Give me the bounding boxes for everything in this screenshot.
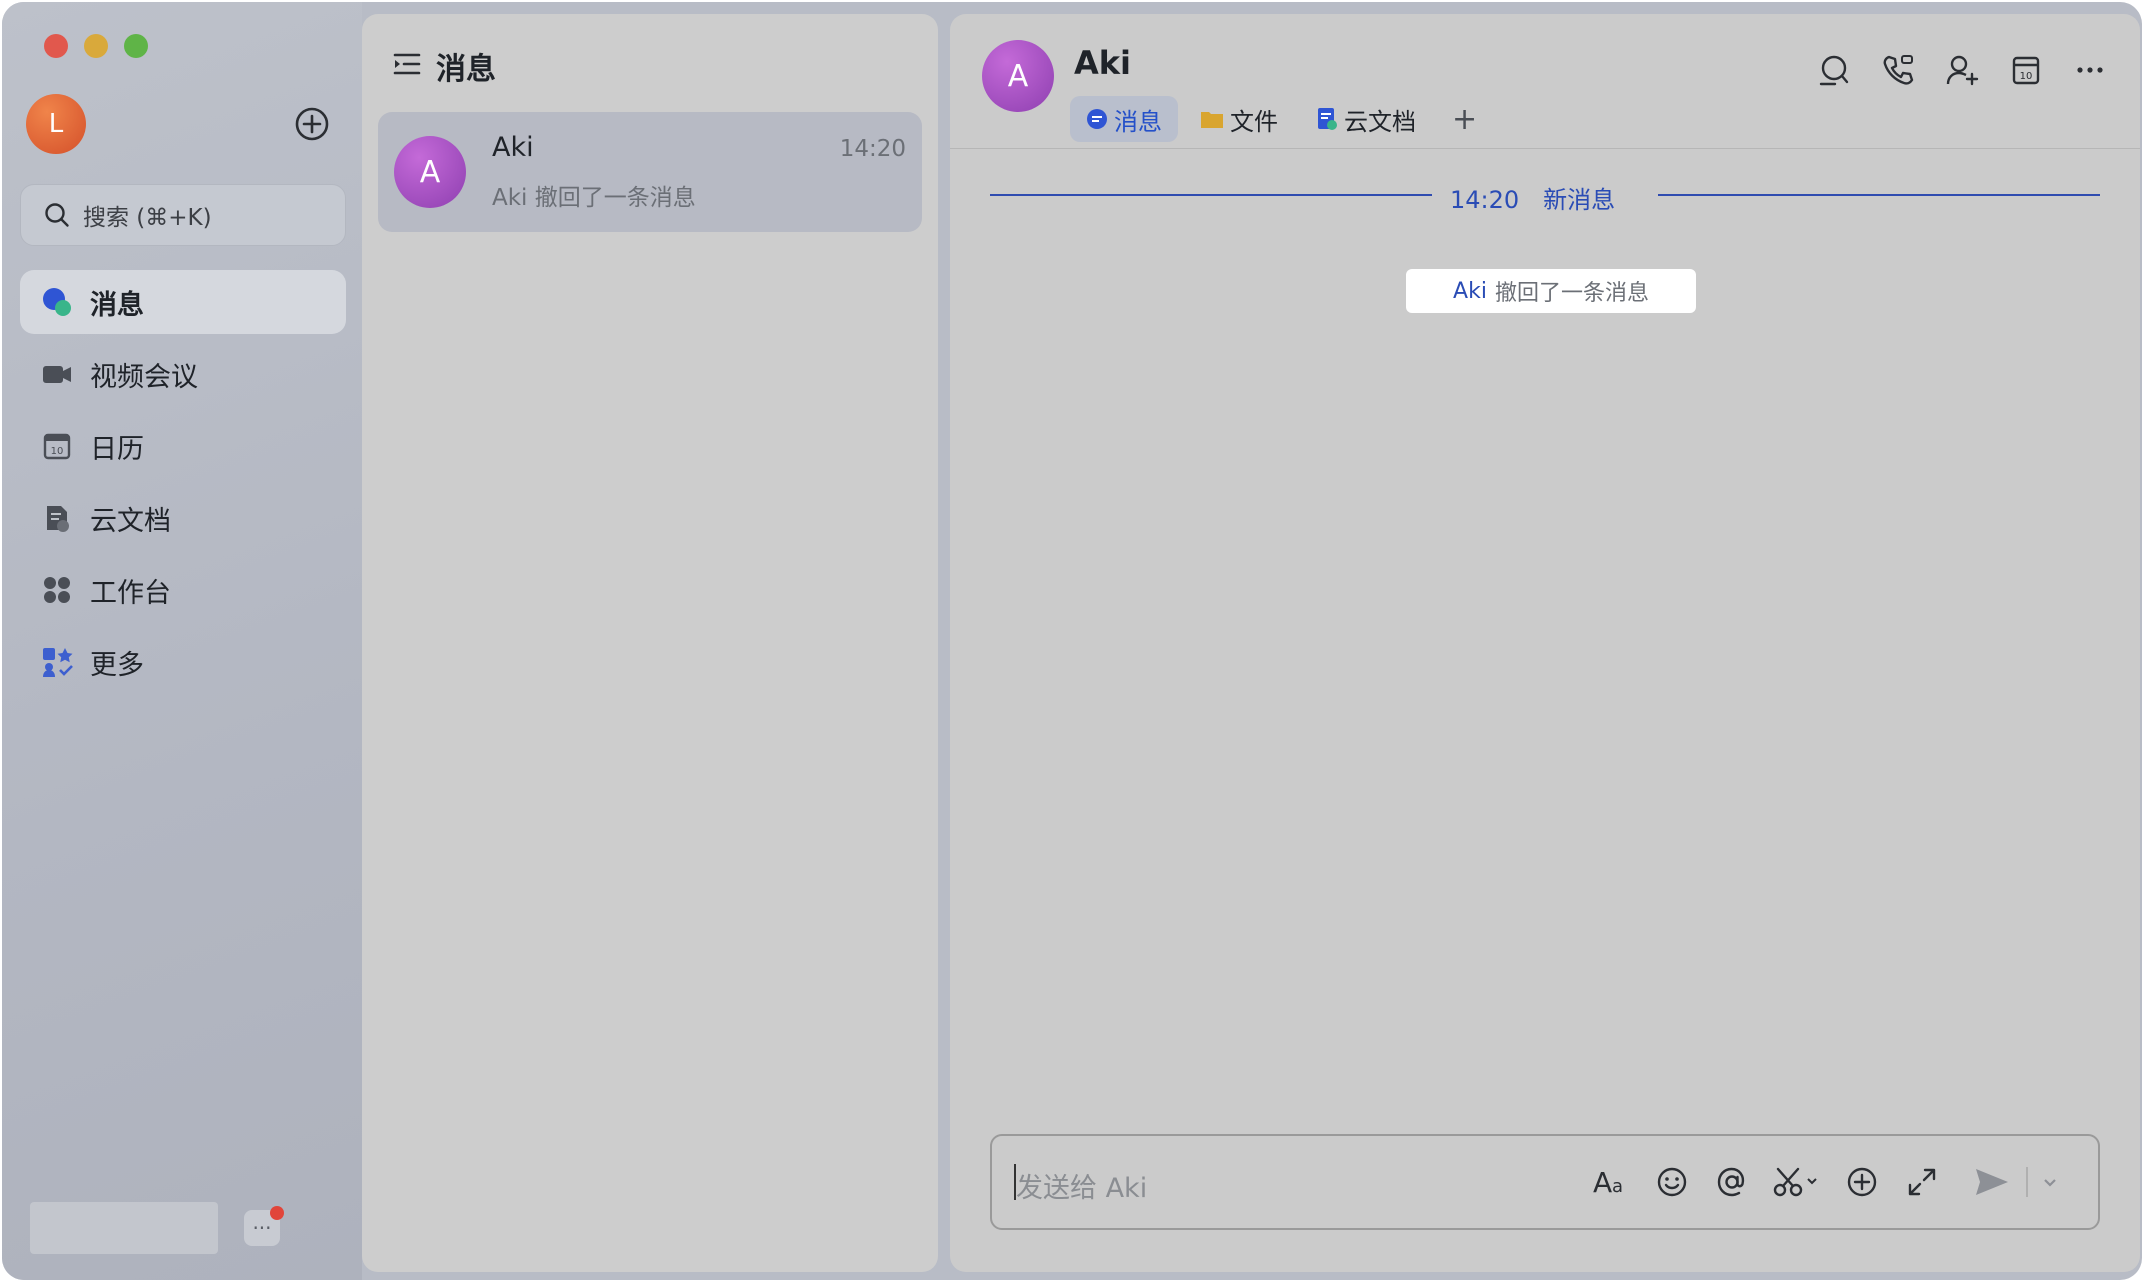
video-camera-icon [40, 357, 74, 391]
sidebar-item-cloud-docs[interactable]: 云文档 [20, 486, 346, 550]
chevron-down-icon[interactable] [2038, 1160, 2062, 1204]
divider-time: 14:20 [1450, 186, 1520, 214]
recall-text: 撤回了一条消息 [1494, 281, 1649, 306]
svg-text:10: 10 [51, 446, 64, 457]
add-attachment-icon[interactable] [1840, 1160, 1884, 1204]
message-input[interactable]: 发送给 Aki Aa [990, 1134, 2100, 1230]
search-icon [45, 203, 69, 227]
composer-toolbar: Aa [1574, 1160, 2062, 1204]
chat-pane: A Aki 消息 文件 云文档 + 10 14:20 新消息 Aki 撤回了一条… [950, 14, 2140, 1272]
sidebar-item-workspace[interactable]: 工作台 [20, 558, 346, 622]
chat-preview: Aki 撤回了一条消息 [492, 185, 696, 211]
search-chat-icon[interactable] [1812, 48, 1856, 92]
send-separator [2026, 1167, 2028, 1197]
emoji-icon[interactable] [1650, 1160, 1694, 1204]
chat-toolbar: 10 [1792, 48, 2112, 92]
message-input-placeholder: 发送给 Aki [1016, 1173, 1148, 1204]
list-header: 消息 [392, 44, 496, 88]
sidebar-item-label: 视频会议 [90, 361, 198, 393]
chat-name: Aki [492, 132, 534, 163]
chat-list-item[interactable]: A Aki 14:20 Aki 撤回了一条消息 [378, 112, 922, 232]
phone-call-icon[interactable] [1876, 48, 1920, 92]
mention-icon[interactable] [1710, 1160, 1754, 1204]
chat-title[interactable]: Aki [1074, 44, 1131, 82]
search-placeholder: 搜索 (⌘+K) [83, 205, 212, 231]
tab-cloud-docs[interactable]: 云文档 [1300, 96, 1432, 142]
header-divider [950, 148, 2140, 149]
app-window: L 搜索 (⌘+K) 消息 视频会议 10 日历 云文档 工作台 更多 ··· … [2, 2, 2142, 1280]
sidebar-item-label: 工作台 [90, 577, 171, 609]
tab-label: 云文档 [1344, 107, 1416, 136]
tab-messages[interactable]: 消息 [1070, 96, 1178, 142]
user-avatar[interactable]: L [26, 94, 86, 154]
sidebar-item-label: 消息 [90, 289, 144, 321]
chat-time: 14:20 [839, 136, 906, 162]
apps-grid-icon [40, 573, 74, 607]
add-circle-icon[interactable] [294, 106, 330, 142]
avatar: A [394, 136, 466, 208]
sidebar-item-label: 日历 [90, 433, 144, 465]
search-box[interactable]: 搜索 (⌘+K) [20, 184, 346, 246]
chat-bubble-icon [40, 285, 74, 319]
svg-text:10: 10 [2020, 71, 2033, 82]
screenshot-scissors-icon[interactable] [1770, 1160, 1824, 1204]
chat-list-pane: 消息 A Aki 14:20 Aki 撤回了一条消息 [362, 14, 938, 1272]
chat-avatar[interactable]: A [982, 40, 1054, 112]
notification-badge [270, 1206, 284, 1220]
sidebar-nav: 消息 视频会议 10 日历 云文档 工作台 更多 [20, 270, 346, 702]
recall-user[interactable]: Aki [1453, 279, 1487, 304]
svg-text:a: a [1612, 1176, 1623, 1197]
new-messages-line [990, 194, 1432, 196]
calendar-event-icon[interactable]: 10 [2004, 48, 2048, 92]
status-placeholder [30, 1202, 218, 1254]
new-messages-line [1658, 194, 2100, 196]
chat-tabs: 消息 文件 云文档 + [1070, 96, 1477, 142]
sidebar: L 搜索 (⌘+K) 消息 视频会议 10 日历 云文档 工作台 更多 ··· [2, 2, 362, 1280]
divider-text: 新消息 [1543, 186, 1616, 214]
sidebar-item-messages[interactable]: 消息 [20, 270, 346, 334]
text-format-icon[interactable]: Aa [1590, 1160, 1634, 1204]
folder-icon [1200, 108, 1224, 130]
message-icon [1086, 108, 1108, 130]
doc-icon [1316, 107, 1338, 131]
list-title: 消息 [436, 52, 496, 87]
tab-label: 消息 [1114, 107, 1162, 136]
sidebar-item-more[interactable]: 更多 [20, 630, 346, 694]
tab-label: 文件 [1230, 107, 1278, 136]
close-window-button[interactable] [44, 34, 68, 58]
add-member-icon[interactable] [1940, 48, 1984, 92]
sidebar-item-label: 更多 [90, 649, 144, 681]
new-messages-label: 14:20 新消息 [1450, 180, 1639, 215]
tab-files[interactable]: 文件 [1184, 96, 1294, 142]
add-tab-button[interactable]: + [1452, 102, 1477, 137]
collapse-list-icon[interactable] [392, 49, 422, 83]
calendar-icon: 10 [40, 429, 74, 463]
cloud-doc-icon [40, 501, 74, 535]
maximize-window-button[interactable] [124, 34, 148, 58]
sidebar-item-video-meeting[interactable]: 视频会议 [20, 342, 346, 406]
more-apps-icon [40, 645, 74, 679]
svg-text:A: A [1593, 1166, 1612, 1199]
sidebar-item-calendar[interactable]: 10 日历 [20, 414, 346, 478]
sidebar-item-label: 云文档 [90, 505, 171, 537]
more-icon[interactable] [2068, 48, 2112, 92]
recall-notice: Aki 撤回了一条消息 [1406, 269, 1696, 313]
expand-icon[interactable] [1900, 1160, 1944, 1204]
send-icon[interactable] [1970, 1160, 2014, 1204]
minimize-window-button[interactable] [84, 34, 108, 58]
